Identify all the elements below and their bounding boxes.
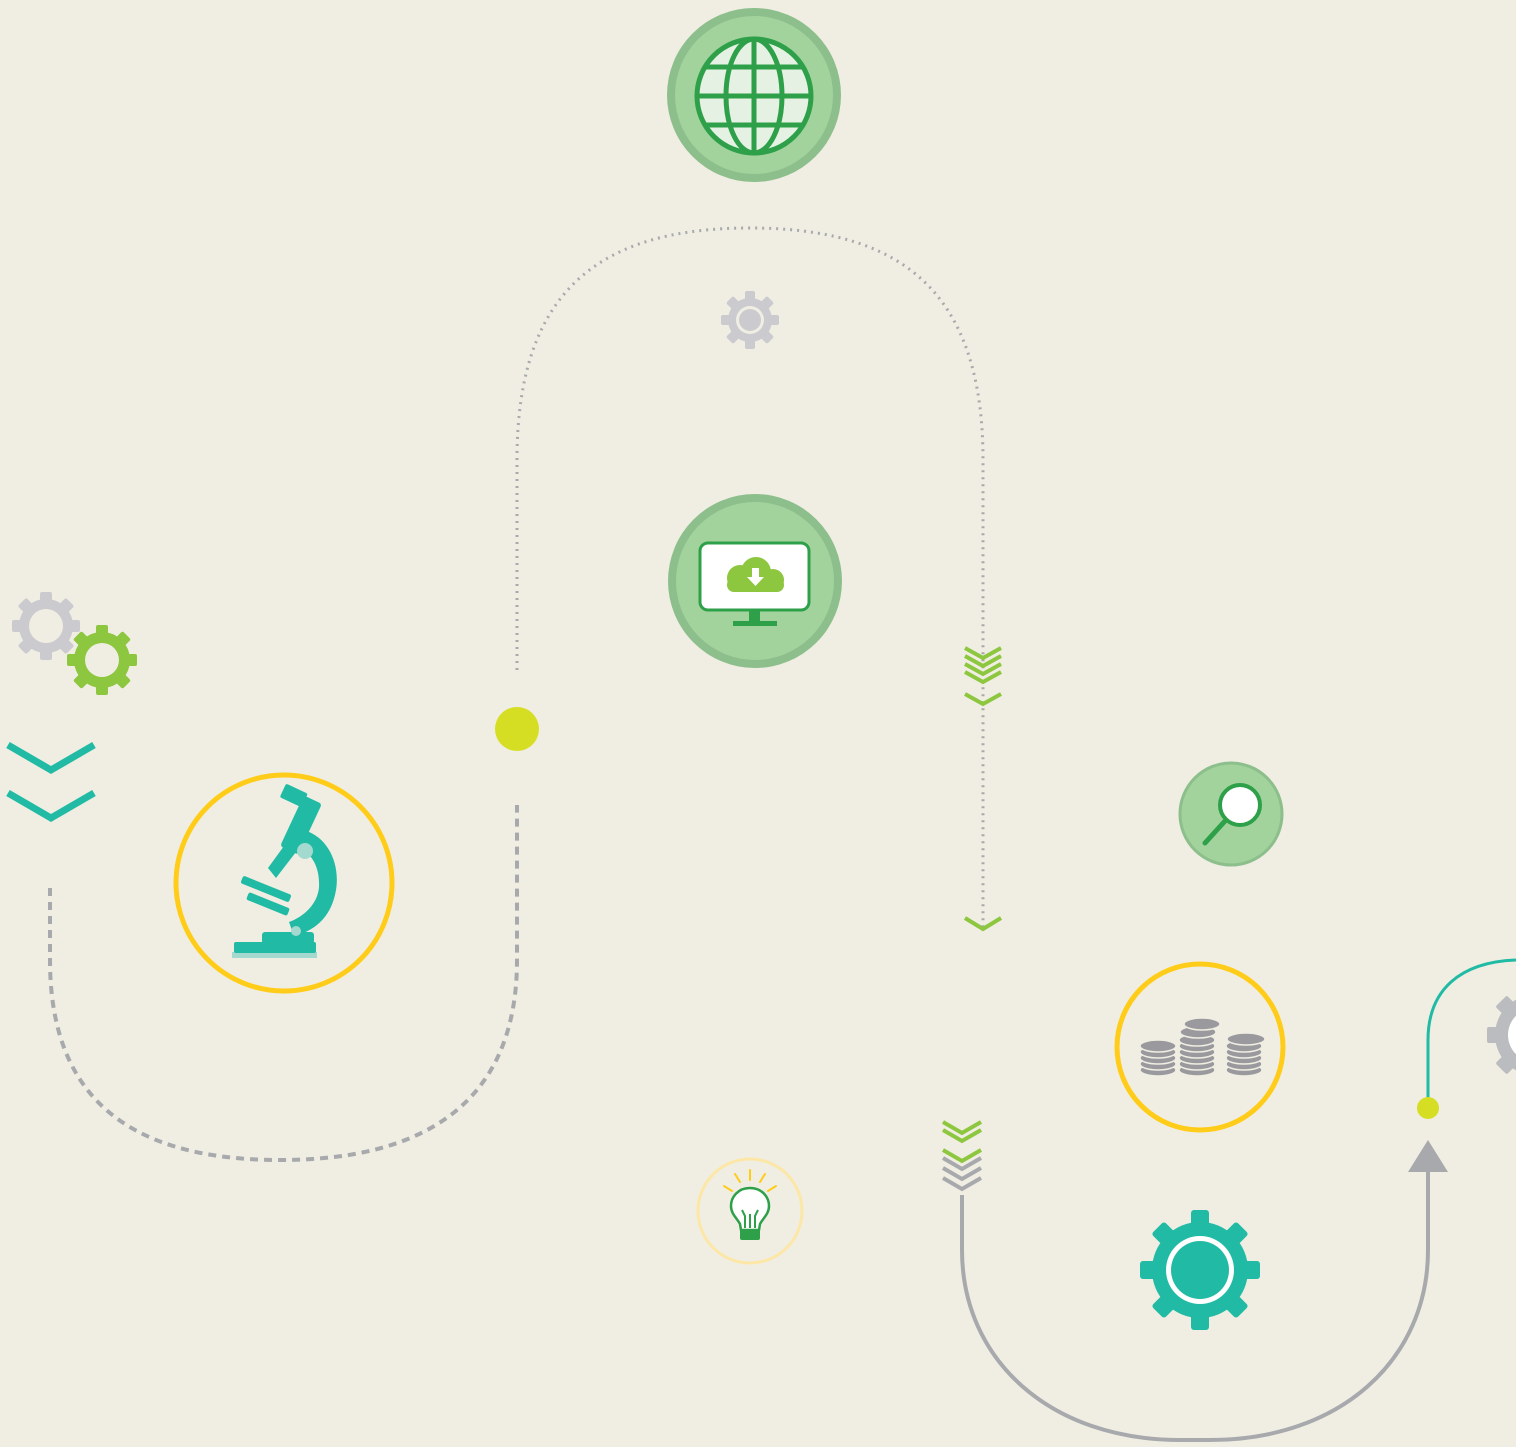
gear-icon (1140, 1210, 1260, 1330)
process-diagram (0, 0, 1516, 1447)
junction-dot (495, 707, 539, 751)
magnifier-icon (1178, 761, 1284, 867)
infographic-canvas (0, 0, 1516, 1447)
small-junction-dot (1417, 1097, 1439, 1119)
cloud-download-monitor-icon (668, 494, 842, 668)
gear-icon (721, 291, 779, 349)
globe-icon (667, 8, 841, 182)
